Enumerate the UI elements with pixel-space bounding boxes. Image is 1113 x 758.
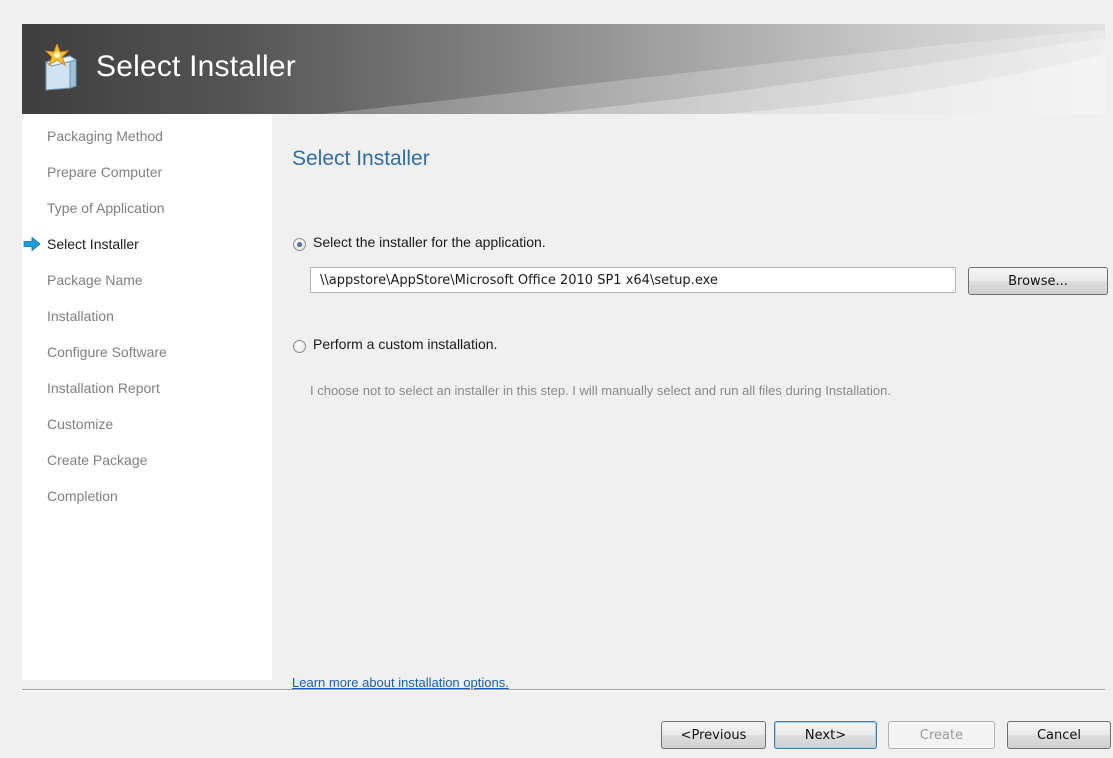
wizard-window: Select Installer Packaging Method Prepar… <box>22 24 1108 690</box>
custom-install-option-label[interactable]: Perform a custom installation. <box>313 336 497 352</box>
browse-button[interactable]: Browse... <box>968 267 1108 295</box>
step-completion: Completion <box>47 488 118 504</box>
step-select-installer-label: Select Installer <box>47 236 139 252</box>
installer-radio[interactable] <box>293 238 306 251</box>
installer-option-label[interactable]: Select the installer for the application… <box>313 234 546 250</box>
step-customize: Customize <box>47 416 114 432</box>
step-configure-software: Configure Software <box>47 344 167 360</box>
step-packaging-method: Packaging Method <box>47 128 163 144</box>
custom-install-radio[interactable] <box>293 340 306 353</box>
arrow-right-icon <box>23 237 41 251</box>
step-package-name: Package Name <box>47 272 143 288</box>
next-button[interactable]: Next> <box>774 721 877 749</box>
page-heading: Select Installer <box>292 147 430 170</box>
cancel-button[interactable]: Cancel <box>1007 721 1111 749</box>
window-title: Select Installer <box>96 50 296 83</box>
step-create-package: Create Package <box>47 452 148 468</box>
title-banner: Select Installer <box>22 24 1105 114</box>
previous-button[interactable]: <Previous <box>661 721 766 749</box>
step-installation-report: Installation Report <box>47 380 160 396</box>
learn-more-link[interactable]: Learn more about installation options. <box>292 675 509 690</box>
create-button[interactable]: Create <box>888 721 995 749</box>
step-select-installer: Select Installer <box>23 236 139 252</box>
wizard-steps-sidebar: Packaging Method Prepare Computer Type o… <box>22 114 272 680</box>
step-type-of-application: Type of Application <box>47 200 165 216</box>
footer-separator <box>22 689 1105 691</box>
step-installation: Installation <box>47 308 114 324</box>
custom-install-description: I choose not to select an installer in t… <box>310 383 891 398</box>
package-sparkle-icon <box>44 44 78 91</box>
main-content: Select Installer Select the installer fo… <box>272 114 1108 690</box>
installer-path-field[interactable] <box>310 267 956 293</box>
step-prepare-computer: Prepare Computer <box>47 164 163 180</box>
